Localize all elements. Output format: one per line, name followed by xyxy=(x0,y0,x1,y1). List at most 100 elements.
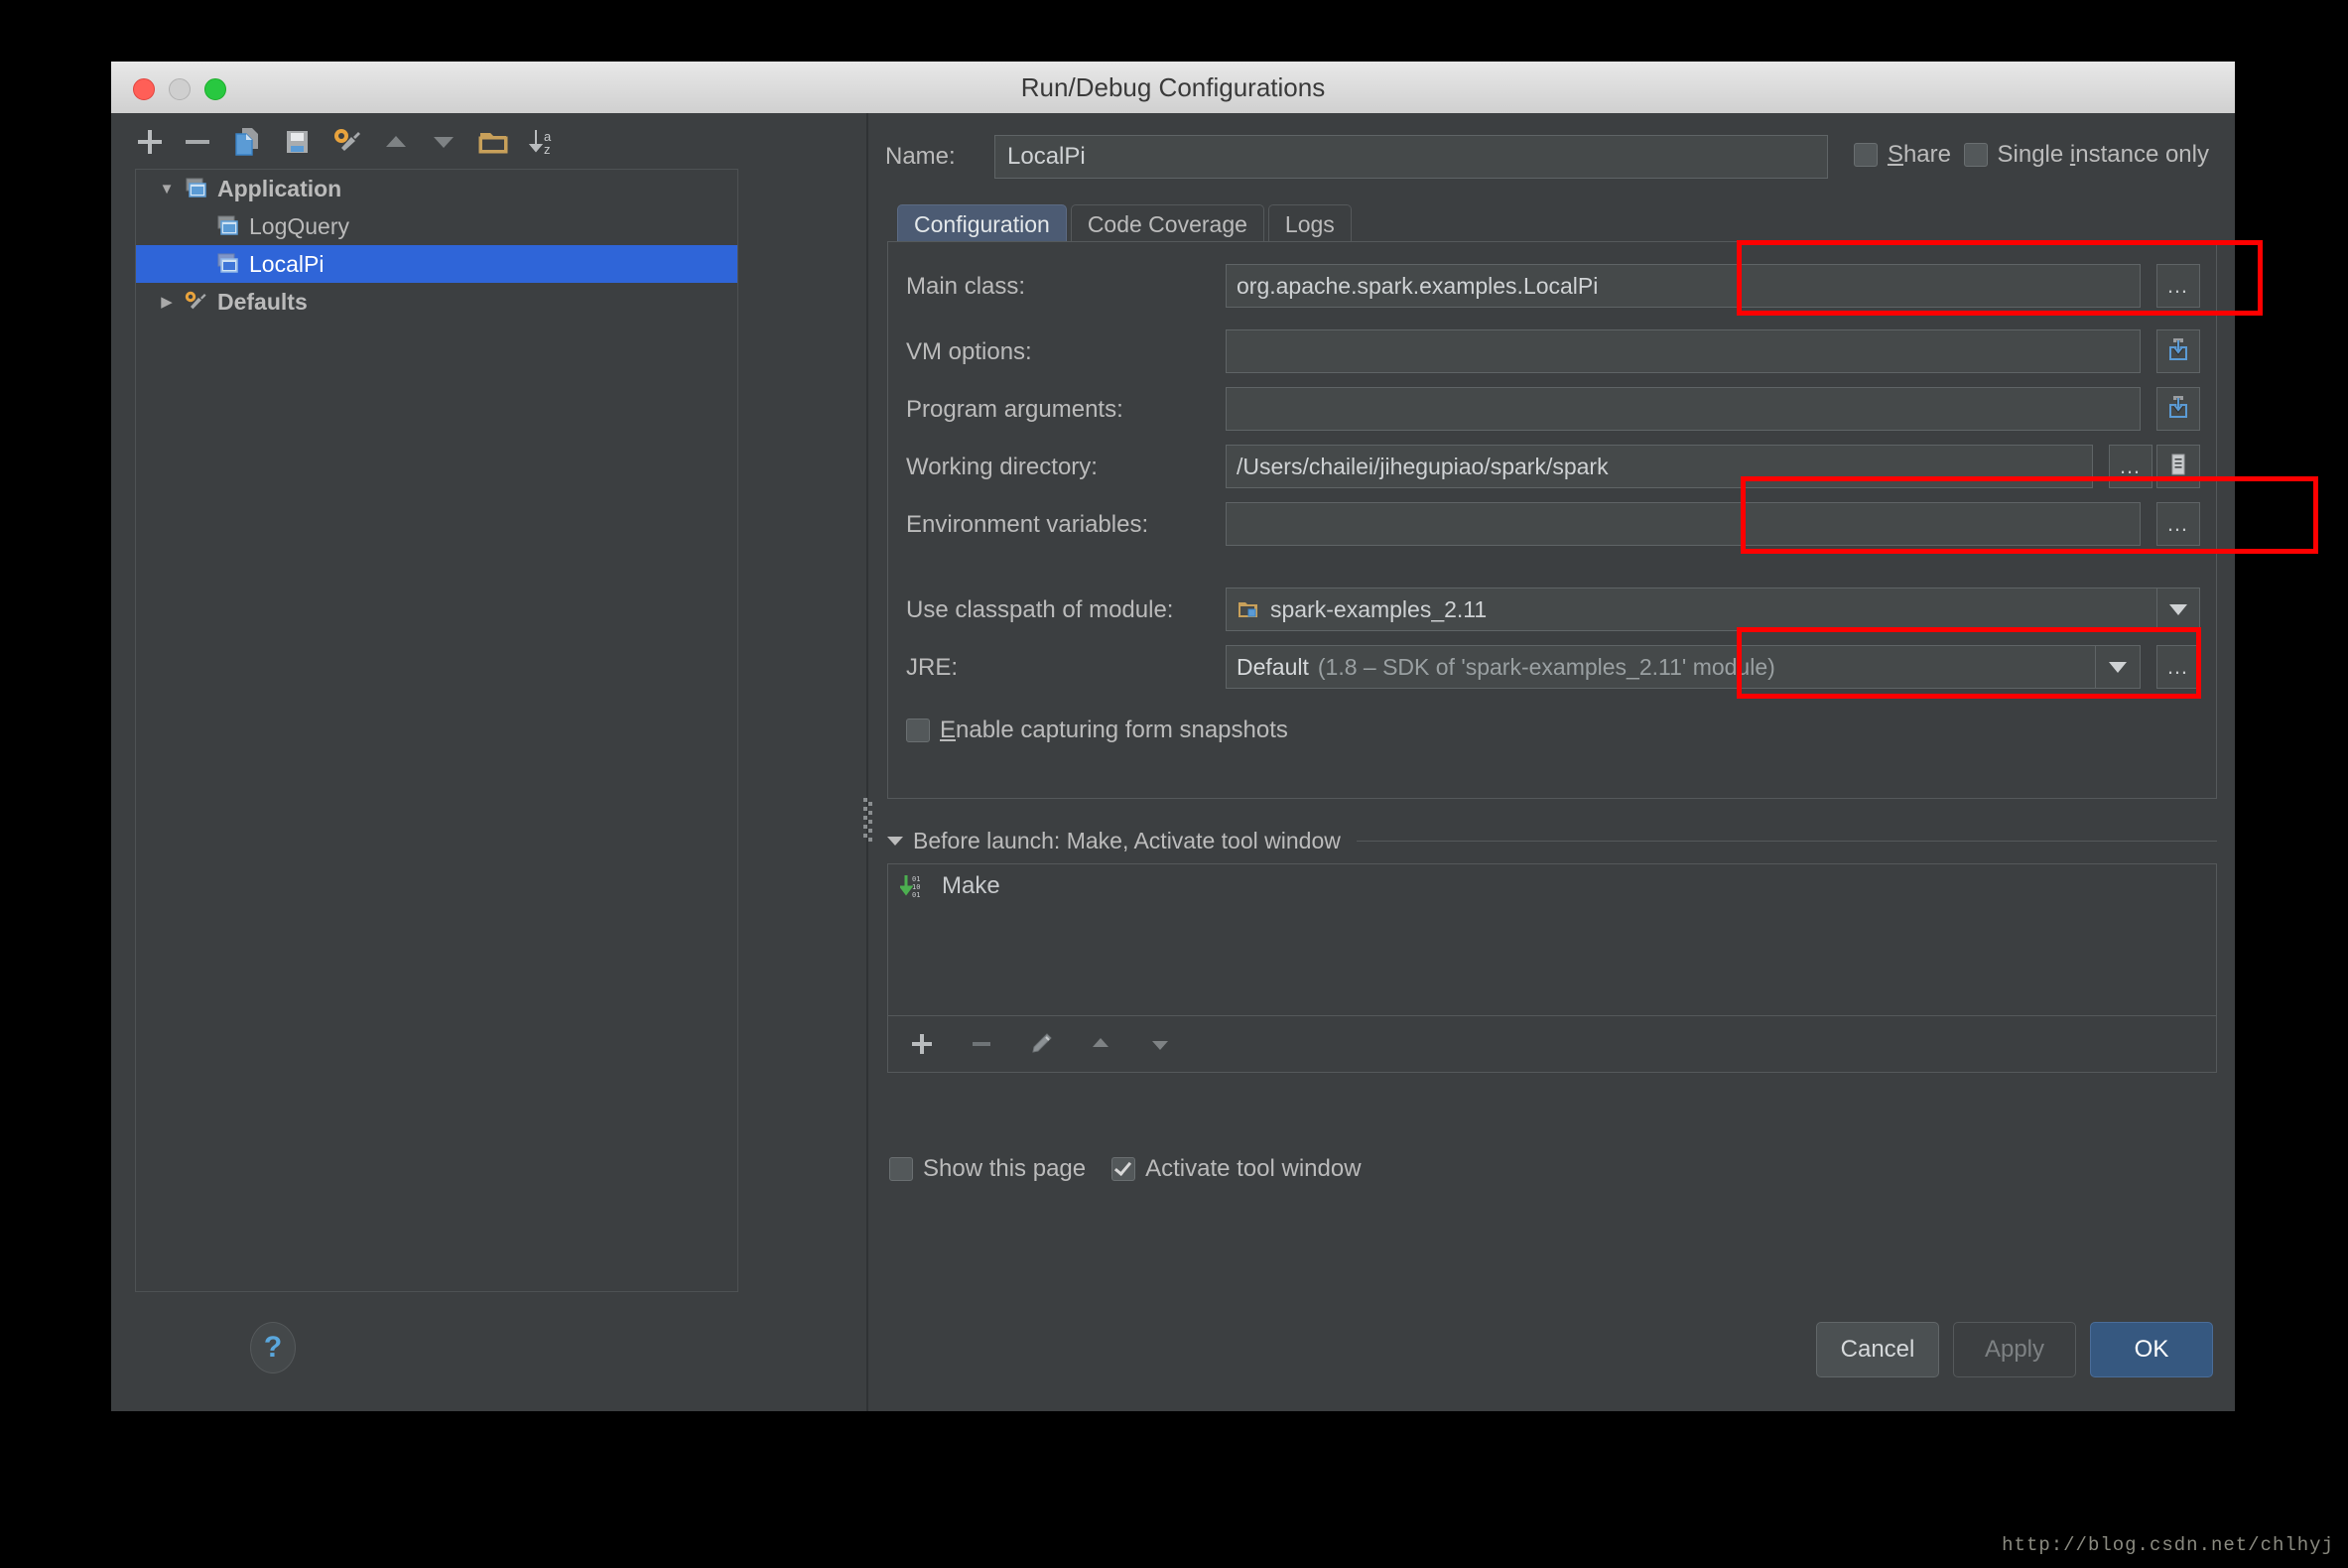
before-launch-item-label: Make xyxy=(942,872,1000,899)
program-arguments-row: Program arguments: xyxy=(888,387,2216,433)
module-classpath-combobox[interactable]: spark-examples_2.11 xyxy=(1226,588,2200,631)
before-launch-title: Before launch: Make, Activate tool windo… xyxy=(913,827,1341,853)
copy-icon[interactable] xyxy=(228,123,266,161)
chevron-down-icon xyxy=(2169,603,2187,615)
configuration-tab-panel: Main class: org.apache.spark.examples.Lo… xyxy=(887,241,2217,799)
cancel-button[interactable]: Cancel xyxy=(1816,1322,1939,1377)
working-directory-browse-button[interactable]: … xyxy=(2109,445,2152,488)
environment-variables-label: Environment variables: xyxy=(906,511,1149,538)
vm-options-row: VM options: xyxy=(888,329,2216,375)
make-build-icon: 01 10 01 xyxy=(900,872,930,900)
help-button[interactable]: ? xyxy=(250,1322,296,1373)
configurations-tree[interactable]: ▼ Application LogQuery LocalPi ▶ Default… xyxy=(135,169,738,1292)
jre-browse-button[interactable]: … xyxy=(2156,645,2200,689)
module-classpath-dropdown-button[interactable] xyxy=(2156,588,2200,631)
module-classpath-value: spark-examples_2.11 xyxy=(1270,595,1488,622)
tab-configuration[interactable]: Configuration xyxy=(897,204,1067,243)
program-arguments-input[interactable] xyxy=(1226,387,2141,431)
ellipsis-icon: … xyxy=(2119,454,2143,478)
vm-options-input[interactable] xyxy=(1226,329,2141,373)
configuration-right-panel: Name: LocalPi Share Single instance only… xyxy=(875,113,2235,1411)
ellipsis-icon: … xyxy=(2166,511,2190,536)
sort-alphabetically-icon[interactable]: a z xyxy=(524,123,562,161)
checkbox-box[interactable] xyxy=(1963,143,1988,167)
before-launch-header[interactable]: Before launch: Make, Activate tool windo… xyxy=(887,826,2217,855)
chevron-right-icon[interactable]: ▶ xyxy=(152,293,182,311)
application-icon xyxy=(182,176,211,201)
move-up-icon xyxy=(1081,1024,1120,1064)
tree-row-application[interactable]: ▼ Application xyxy=(136,170,737,207)
checkbox-box[interactable] xyxy=(889,1157,913,1181)
environment-variables-input[interactable] xyxy=(1226,502,2141,546)
macro-list-icon xyxy=(2165,452,2191,482)
window-title: Run/Debug Configurations xyxy=(1020,72,1326,102)
remove-icon[interactable] xyxy=(179,123,216,161)
expand-editor-icon xyxy=(2165,336,2191,367)
move-up-icon[interactable] xyxy=(377,123,415,161)
enable-form-snapshots-label: Enable capturing form snapshots xyxy=(940,717,1288,743)
name-label: Name: xyxy=(885,143,956,170)
jre-row: JRE: Default (1.8 – SDK of 'spark-exampl… xyxy=(888,645,2216,691)
working-directory-label: Working directory: xyxy=(906,454,1098,480)
watermark-text: http://blog.csdn.net/chlhyj xyxy=(2002,1534,2334,1556)
tree-row-label: LogQuery xyxy=(249,212,350,239)
working-directory-macro-button[interactable] xyxy=(2156,445,2200,488)
name-input[interactable]: LocalPi xyxy=(994,135,1828,179)
configuration-tabs[interactable]: Configuration Code Coverage Logs xyxy=(897,204,1356,243)
vm-options-expand-button[interactable] xyxy=(2156,329,2200,373)
splitter-line xyxy=(866,113,868,1411)
show-this-page-checkbox[interactable]: Show this page xyxy=(889,1155,1086,1183)
jre-dropdown-button[interactable] xyxy=(2095,645,2141,689)
vm-options-label: VM options: xyxy=(906,338,1032,365)
program-arguments-label: Program arguments: xyxy=(906,396,1123,423)
move-down-icon[interactable] xyxy=(425,123,462,161)
share-label: Share xyxy=(1887,141,1951,168)
save-icon[interactable] xyxy=(278,123,316,161)
splitter-grip-icon[interactable] xyxy=(863,798,873,857)
chevron-down-icon[interactable] xyxy=(887,836,903,846)
main-class-input[interactable]: org.apache.spark.examples.LocalPi xyxy=(1226,264,2141,308)
before-launch-item-make[interactable]: 01 10 01 Make xyxy=(888,864,2216,908)
program-arguments-expand-button[interactable] xyxy=(2156,387,2200,431)
environment-variables-row: Environment variables: … xyxy=(888,502,2216,548)
tab-code-coverage[interactable]: Code Coverage xyxy=(1070,204,1264,243)
ok-button[interactable]: OK xyxy=(2090,1322,2213,1377)
add-icon[interactable] xyxy=(902,1024,942,1064)
chevron-down-icon[interactable]: ▼ xyxy=(152,181,182,197)
module-classpath-label: Use classpath of module: xyxy=(906,596,1174,623)
svg-text:z: z xyxy=(544,142,551,157)
checkbox-box[interactable] xyxy=(1853,143,1878,167)
jre-value-primary: Default xyxy=(1237,653,1309,680)
bottom-checkbox-group: Show this page Activate tool window xyxy=(889,1155,1362,1183)
checkbox-box[interactable] xyxy=(1111,1157,1136,1181)
checkbox-box[interactable] xyxy=(906,719,930,742)
jre-combobox[interactable]: Default (1.8 – SDK of 'spark-examples_2.… xyxy=(1226,645,2141,689)
tree-row-localpi[interactable]: LocalPi xyxy=(136,245,737,283)
application-icon xyxy=(213,213,243,239)
before-launch-list[interactable]: 01 10 01 Make xyxy=(887,863,2217,1016)
panel-splitter[interactable] xyxy=(862,113,872,1411)
environment-variables-browse-button[interactable]: … xyxy=(2156,502,2200,546)
defaults-wrench-icon xyxy=(182,289,211,315)
tree-row-logquery[interactable]: LogQuery xyxy=(136,207,737,245)
edit-defaults-icon[interactable] xyxy=(327,123,365,161)
name-row: Name: LocalPi Share Single instance only xyxy=(885,135,2217,181)
edit-icon[interactable] xyxy=(1021,1024,1061,1064)
share-checkbox[interactable]: Share xyxy=(1853,141,1951,169)
main-class-row: Main class: org.apache.spark.examples.Lo… xyxy=(888,264,2216,310)
apply-button[interactable]: Apply xyxy=(1953,1322,2076,1377)
tab-logs[interactable]: Logs xyxy=(1267,204,1352,243)
before-launch-section: Before launch: Make, Activate tool windo… xyxy=(887,826,2217,1073)
main-class-browse-button[interactable]: … xyxy=(2156,264,2200,308)
enable-form-snapshots-checkbox[interactable]: Enable capturing form snapshots xyxy=(906,717,1288,744)
tree-row-label: Application xyxy=(217,175,342,201)
activate-tool-window-checkbox[interactable]: Activate tool window xyxy=(1111,1155,1362,1183)
activate-tool-window-label: Activate tool window xyxy=(1145,1155,1362,1182)
folder-icon[interactable] xyxy=(474,123,512,161)
tree-row-defaults[interactable]: ▶ Defaults xyxy=(136,283,737,321)
single-instance-only-checkbox[interactable]: Single instance only xyxy=(1963,141,2209,169)
working-directory-input[interactable]: /Users/chailei/jihegupiao/spark/spark xyxy=(1226,445,2093,488)
add-icon[interactable] xyxy=(131,123,169,161)
svg-text:01: 01 xyxy=(912,891,920,899)
svg-text:10: 10 xyxy=(912,883,920,891)
